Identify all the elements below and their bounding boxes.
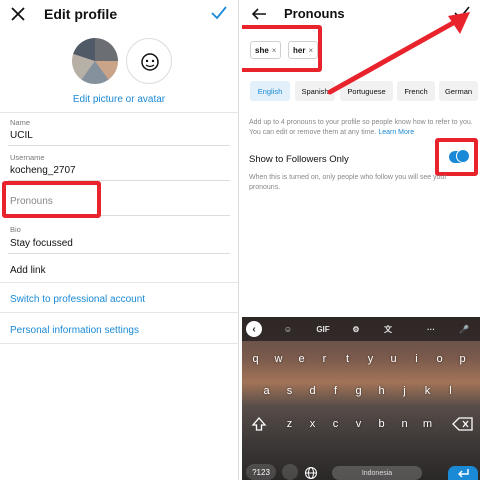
divider — [8, 253, 230, 254]
enter-icon — [458, 469, 469, 478]
key-u[interactable]: u — [384, 349, 403, 369]
highlight-box — [2, 181, 101, 218]
key-v[interactable]: v — [349, 414, 368, 434]
key-n[interactable]: n — [395, 414, 414, 434]
username-field[interactable]: kocheng_2707 — [10, 165, 76, 176]
divider — [0, 282, 238, 283]
key-x[interactable]: x — [303, 414, 322, 434]
key-t[interactable]: t — [338, 349, 357, 369]
divider — [0, 312, 238, 313]
username-label: Username — [10, 153, 45, 162]
translate-icon[interactable]: 文 — [380, 321, 396, 337]
key-s[interactable]: s — [280, 381, 299, 401]
key-i[interactable]: i — [407, 349, 426, 369]
key-j[interactable]: j — [395, 381, 414, 401]
page-title: Edit profile — [44, 6, 118, 22]
followers-note: When this is turned on, only people who … — [249, 174, 447, 191]
key-y[interactable]: y — [361, 349, 380, 369]
back-arrow-icon[interactable] — [250, 5, 268, 23]
bio-field[interactable]: Stay focussed — [10, 238, 73, 249]
name-field[interactable]: UCIL — [10, 130, 33, 141]
edit-picture-link[interactable]: Edit picture or avatar — [0, 94, 238, 105]
collapse-keyboard-icon[interactable]: ‹ — [246, 321, 262, 337]
key-z[interactable]: z — [280, 414, 299, 434]
microphone-icon[interactable]: 🎤 — [456, 321, 472, 337]
key-m[interactable]: m — [418, 414, 437, 434]
enter-key[interactable] — [448, 466, 478, 480]
key-l[interactable]: l — [441, 381, 460, 401]
keyboard-toolbar: ‹ ☺ GIF ⚙ 文 ··· 🎤 — [242, 317, 480, 341]
avatar-row — [72, 38, 202, 84]
annotation-arrow — [327, 12, 470, 95]
edit-profile-header: Edit profile — [0, 0, 238, 28]
more-options-icon[interactable]: ··· — [422, 321, 440, 337]
key-c[interactable]: c — [326, 414, 345, 434]
key-k[interactable]: k — [418, 381, 437, 401]
close-icon[interactable] — [9, 5, 27, 23]
key-f[interactable]: f — [326, 381, 345, 401]
name-label: Name — [10, 118, 31, 127]
pronouns-help-text: Add up to 4 pronouns to your profile so … — [249, 118, 477, 138]
divider — [0, 112, 238, 113]
gif-button[interactable]: GIF — [312, 321, 334, 337]
key-g[interactable]: g — [349, 381, 368, 401]
symbols-key[interactable]: ?123 — [246, 464, 276, 480]
on-screen-keyboard: ‹ ☺ GIF ⚙ 文 ··· 🎤 q w e r t y u i o p a … — [242, 317, 480, 480]
settings-icon[interactable]: ⚙ — [348, 321, 364, 337]
key-o[interactable]: o — [430, 349, 449, 369]
space-key[interactable]: Indonesia — [332, 466, 422, 480]
key-w[interactable]: w — [269, 349, 288, 369]
help-text: Add up to 4 pronouns to your profile so … — [249, 119, 473, 136]
backspace-icon[interactable] — [452, 416, 474, 432]
shift-icon[interactable] — [250, 415, 268, 433]
language-label: English — [257, 86, 283, 96]
comma-key[interactable] — [282, 464, 298, 480]
divider — [0, 343, 238, 344]
bio-label: Bio — [10, 225, 21, 234]
key-p[interactable]: p — [453, 349, 472, 369]
personal-info-settings-link[interactable]: Personal information settings — [10, 325, 139, 336]
add-link-button[interactable]: Add link — [10, 265, 46, 276]
show-followers-label: Show to Followers Only — [249, 154, 349, 165]
highlight-box — [242, 25, 322, 72]
globe-icon[interactable] — [304, 466, 318, 480]
key-b[interactable]: b — [372, 414, 391, 434]
switch-professional-link[interactable]: Switch to professional account — [10, 294, 145, 305]
key-a[interactable]: a — [257, 381, 276, 401]
profile-picture[interactable] — [72, 38, 118, 84]
checkmark-icon[interactable] — [210, 4, 228, 22]
avatar-option[interactable] — [126, 38, 172, 84]
key-q[interactable]: q — [246, 349, 265, 369]
key-r[interactable]: r — [315, 349, 334, 369]
learn-more-link[interactable]: Learn More — [378, 129, 414, 136]
key-h[interactable]: h — [372, 381, 391, 401]
highlight-box — [435, 138, 478, 176]
sticker-icon[interactable]: ☺ — [280, 321, 296, 337]
key-d[interactable]: d — [303, 381, 322, 401]
divider — [8, 145, 230, 146]
edit-profile-screen: Edit profile Edit picture or avatar Name… — [0, 0, 238, 480]
key-e[interactable]: e — [292, 349, 311, 369]
avatar-face-icon — [141, 53, 159, 71]
language-tab-english[interactable]: English — [250, 81, 290, 101]
